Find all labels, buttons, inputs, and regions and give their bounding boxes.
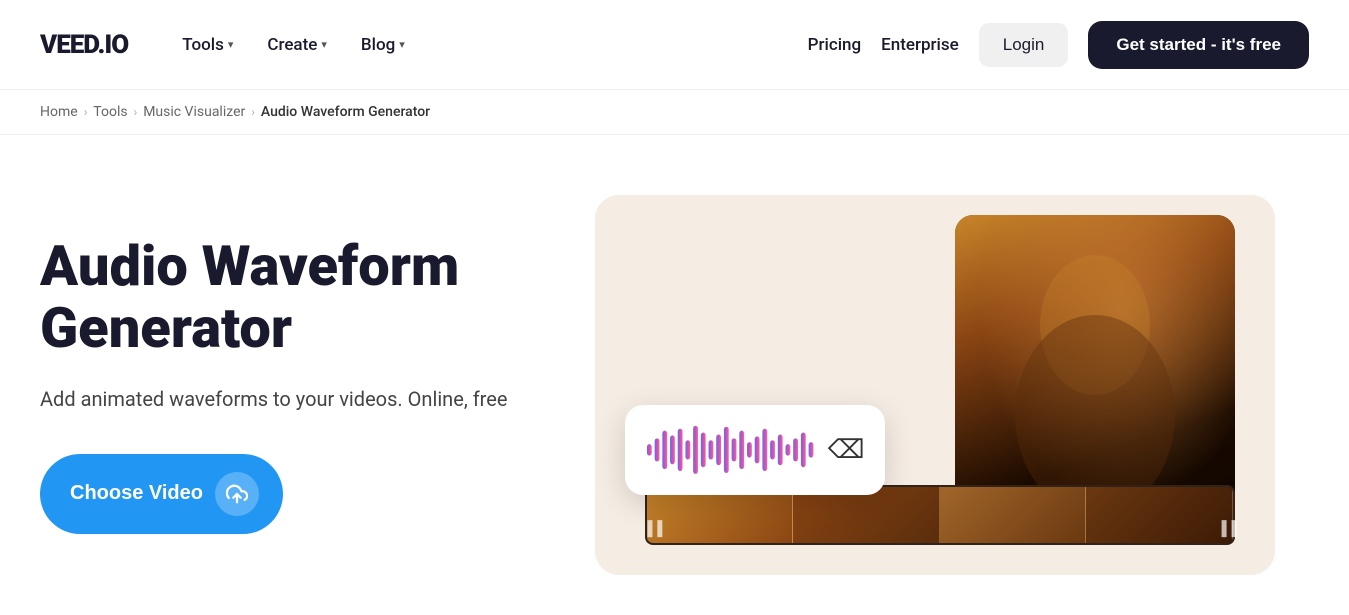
- breadcrumb-music-visualizer[interactable]: Music Visualizer: [143, 104, 245, 120]
- breadcrumb-home[interactable]: Home: [40, 104, 78, 120]
- filmstrip-right-icon: ▐▐: [1217, 520, 1237, 537]
- choose-video-button[interactable]: Choose Video: [40, 454, 283, 534]
- waveform-card: ⌫: [625, 405, 885, 495]
- navbar: VEED.IO Tools ▾ Create ▾ Blog ▾ Pricing …: [0, 0, 1349, 90]
- hero-subtitle: Add animated waveforms to your videos. O…: [40, 384, 520, 414]
- nav-blog[interactable]: Blog ▾: [347, 27, 419, 63]
- login-button[interactable]: Login: [979, 23, 1069, 67]
- nav-left: Tools ▾ Create ▾ Blog ▾: [168, 27, 419, 63]
- filmstrip-segment-3: [940, 487, 1087, 543]
- breadcrumb-tools[interactable]: Tools: [93, 104, 127, 120]
- get-started-button[interactable]: Get started - it's free: [1088, 21, 1309, 69]
- filmstrip-segment-2: [793, 487, 940, 543]
- nav-pricing[interactable]: Pricing: [808, 35, 862, 55]
- nav-right: Pricing Enterprise Login Get started - i…: [808, 21, 1309, 69]
- cursor-hand-icon: ⌫: [828, 435, 865, 465]
- filmstrip-segment-1: [647, 487, 794, 543]
- hero-right: ▐▐ ▐▐: [560, 195, 1309, 575]
- upload-icon: [215, 472, 259, 516]
- hero-left: Audio Waveform Generator Add animated wa…: [40, 236, 560, 533]
- play-icon: ▐▐: [643, 520, 663, 537]
- logo[interactable]: VEED.IO: [40, 30, 128, 60]
- hero-section: Audio Waveform Generator Add animated wa…: [0, 135, 1349, 615]
- breadcrumb-current: Audio Waveform Generator: [261, 104, 430, 120]
- breadcrumb-sep-3: ›: [251, 105, 255, 119]
- breadcrumb-sep-1: ›: [84, 105, 88, 119]
- nav-create[interactable]: Create ▾: [253, 27, 341, 63]
- nav-enterprise[interactable]: Enterprise: [881, 35, 959, 55]
- hero-title: Audio Waveform Generator: [40, 236, 520, 359]
- breadcrumb: Home › Tools › Music Visualizer › Audio …: [0, 90, 1349, 135]
- hero-illustration: ▐▐ ▐▐: [595, 195, 1275, 575]
- waveform-visualization: [645, 421, 818, 479]
- filmstrip-segment-4: [1086, 487, 1233, 543]
- breadcrumb-sep-2: ›: [134, 105, 138, 119]
- nav-tools[interactable]: Tools ▾: [168, 27, 247, 63]
- chevron-down-icon: ▾: [321, 38, 327, 51]
- chevron-down-icon: ▾: [399, 38, 405, 51]
- chevron-down-icon: ▾: [228, 38, 234, 51]
